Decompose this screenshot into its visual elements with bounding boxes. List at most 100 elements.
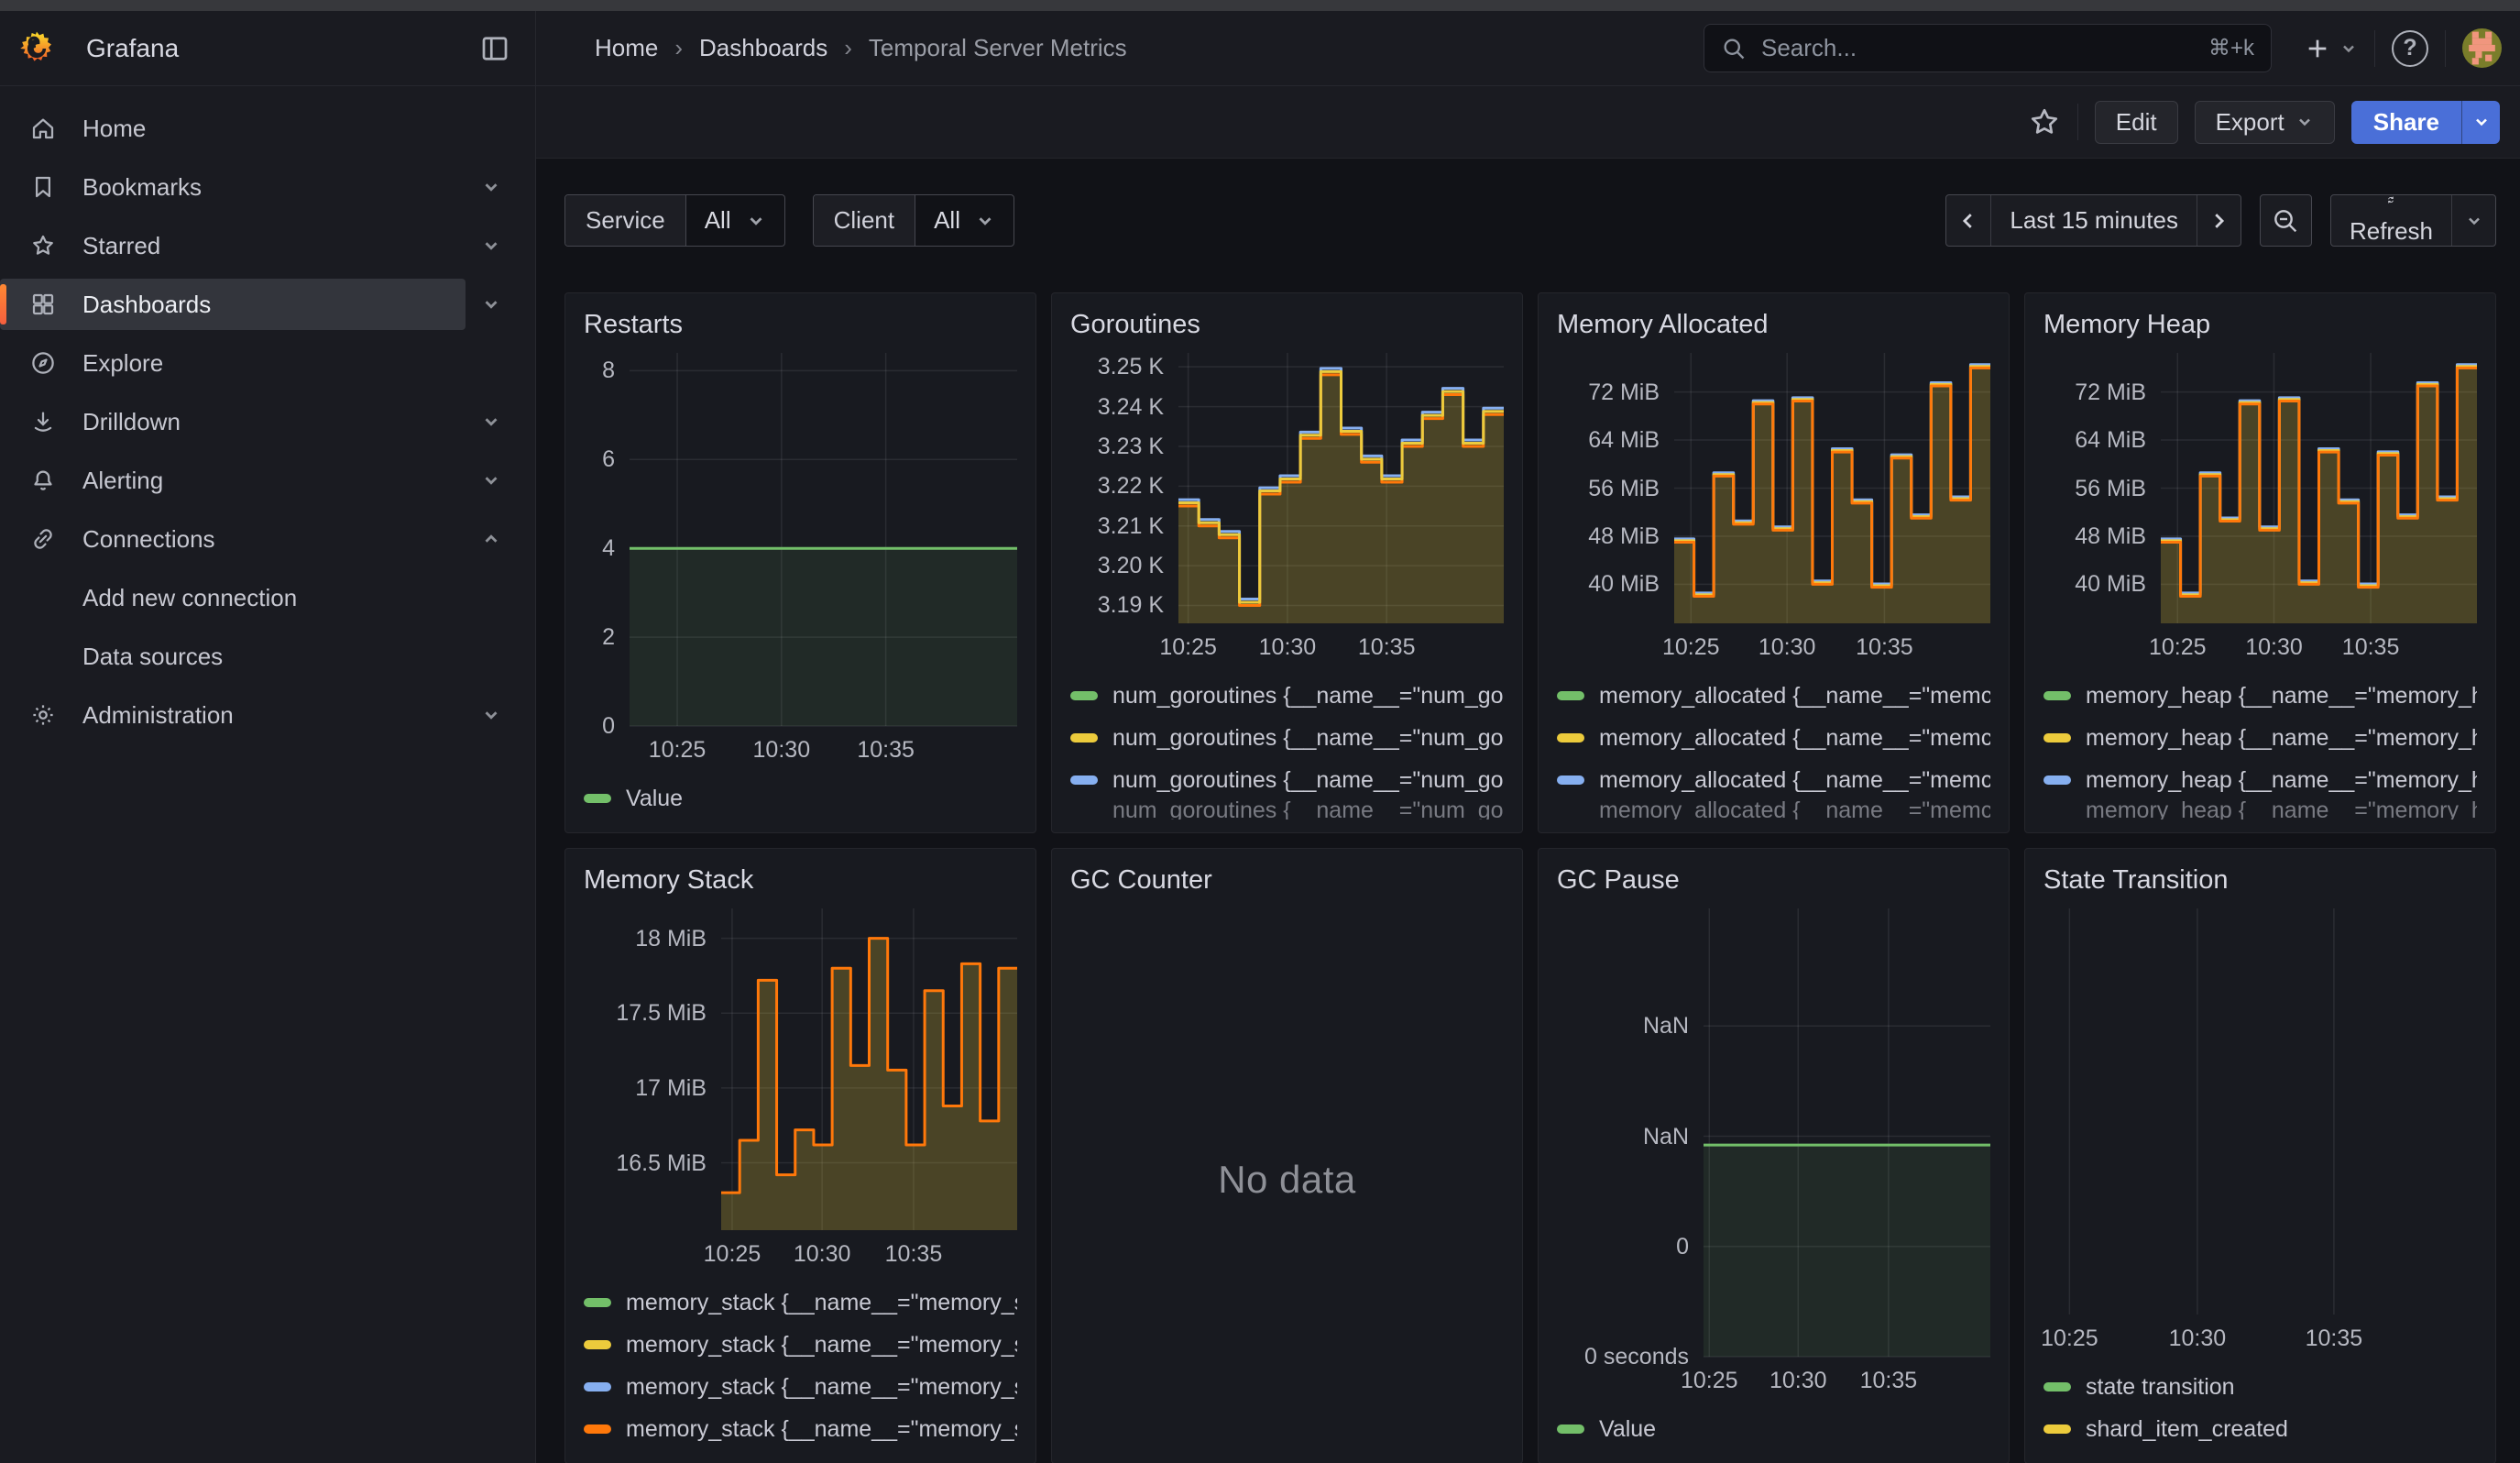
- panel-title[interactable]: GC Pause: [1557, 865, 1990, 896]
- time-forward-button[interactable]: [2197, 195, 2241, 246]
- sidebar-item-label: Drilldown: [82, 408, 181, 436]
- chevron-down-icon[interactable]: [466, 470, 517, 490]
- chevron-down-icon[interactable]: [466, 705, 517, 725]
- legend-item[interactable]: shard_item_created: [2043, 1408, 2477, 1450]
- sidebar-item-label: Administration: [82, 701, 234, 730]
- plot-region[interactable]: [721, 908, 1017, 1230]
- legend-item[interactable]: memory_allocated {__name__="memc: [1557, 717, 1990, 759]
- plot-region[interactable]: [2043, 908, 2477, 1314]
- chevron-down-icon[interactable]: [466, 412, 517, 432]
- sidebar-item-data-sources[interactable]: Data sources: [0, 631, 517, 682]
- legend-item[interactable]: memory_stack {__name__="memory_s: [584, 1408, 1017, 1450]
- sidebar-item-drilldown[interactable]: Drilldown: [0, 396, 466, 447]
- legend-item[interactable]: memory_allocated {__name__="memc: [1557, 801, 1990, 820]
- legend-item[interactable]: num_goroutines {__name__="num_go: [1070, 675, 1504, 717]
- legend-item[interactable]: memory_stack {__name__="memory_s: [584, 1324, 1017, 1366]
- legend-label: Value: [626, 786, 683, 812]
- refresh-button[interactable]: Refresh: [2331, 195, 2451, 246]
- legend-item[interactable]: memory_stack {__name__="memory_s: [584, 1282, 1017, 1324]
- drilldown-icon: [27, 408, 59, 435]
- zoom-out-icon[interactable]: [2260, 194, 2312, 247]
- sidebar-item-bookmarks[interactable]: Bookmarks: [0, 161, 466, 213]
- legend-swatch: [584, 1298, 611, 1307]
- panel-title[interactable]: Goroutines: [1070, 310, 1504, 340]
- share-menu-chevron[interactable]: [2461, 101, 2500, 144]
- panel-title[interactable]: Memory Stack: [584, 865, 1017, 896]
- legend-item[interactable]: memory_heap {__name__="memory_h: [2043, 759, 2477, 801]
- export-button[interactable]: Export: [2195, 101, 2335, 144]
- x-tick-label: 10:35: [2306, 1326, 2363, 1352]
- client-variable: Client All: [813, 194, 1014, 247]
- legend-item[interactable]: num_goroutines {__name__="num_go: [1070, 717, 1504, 759]
- legend-item[interactable]: memory_heap {__name__="memory_h: [2043, 801, 2477, 820]
- sidebar-row: Starred: [0, 216, 535, 275]
- legend-item[interactable]: state transition: [2043, 1366, 2477, 1408]
- panel-title[interactable]: GC Counter: [1070, 865, 1504, 896]
- service-variable-value[interactable]: All: [686, 195, 784, 246]
- avatar[interactable]: [2462, 28, 2502, 68]
- favorite-star-icon[interactable]: [2028, 105, 2061, 138]
- search-shortcut: ⌘+k: [2208, 35, 2254, 61]
- legend-label: memory_heap {__name__="memory_h: [2086, 683, 2477, 710]
- new-button[interactable]: [2303, 34, 2358, 63]
- breadcrumb-item[interactable]: Dashboards: [699, 34, 827, 62]
- y-tick-label: 16.5 MiB: [616, 1150, 707, 1177]
- plot-region[interactable]: [1178, 353, 1504, 623]
- legend-item[interactable]: memory_heap {__name__="memory_h: [2043, 717, 2477, 759]
- chevron-down-icon[interactable]: [466, 177, 517, 197]
- sidebar-item-home[interactable]: Home: [0, 103, 517, 154]
- panel-title[interactable]: Memory Allocated: [1557, 310, 1990, 340]
- sidebar-item-dashboards[interactable]: Dashboards: [0, 279, 466, 330]
- plot-region[interactable]: [1674, 353, 1990, 623]
- legend-item[interactable]: Value: [1557, 1408, 1990, 1450]
- chevron-down-icon[interactable]: [466, 236, 517, 256]
- edit-button[interactable]: Edit: [2095, 101, 2178, 144]
- compass-icon: [27, 349, 59, 377]
- plot-region[interactable]: [2161, 353, 2477, 623]
- chevron-down-icon[interactable]: [466, 294, 517, 314]
- breadcrumb-item[interactable]: Home: [595, 34, 658, 62]
- share-button[interactable]: Share: [2351, 101, 2461, 144]
- grafana-logo[interactable]: [18, 30, 55, 67]
- legend-item[interactable]: num_goroutines {__name__="num_go: [1070, 759, 1504, 801]
- dock-sidebar-icon[interactable]: [478, 32, 511, 65]
- sidebar-item-alerting[interactable]: Alerting: [0, 455, 466, 506]
- service-variable-label: Service: [565, 195, 686, 246]
- search-field[interactable]: [1759, 33, 2196, 63]
- legend-item[interactable]: memory_heap {__name__="memory_h: [2043, 675, 2477, 717]
- legend-item[interactable]: memory_allocated {__name__="memc: [1557, 759, 1990, 801]
- sidebar-item-connections[interactable]: Connections: [0, 513, 466, 565]
- time-back-button[interactable]: [1946, 195, 1990, 246]
- refresh-interval-chevron[interactable]: [2451, 195, 2495, 246]
- legend-label: memory_heap {__name__="memory_h: [2086, 767, 2477, 794]
- chevron-up-icon[interactable]: [466, 529, 517, 549]
- panel-title[interactable]: Memory Heap: [2043, 310, 2477, 340]
- panel-memory-heap: Memory Heap72 MiB64 MiB56 MiB48 MiB40 Mi…: [2024, 292, 2496, 833]
- client-variable-label: Client: [814, 195, 915, 246]
- sidebar-item-starred[interactable]: Starred: [0, 220, 466, 271]
- legend-item[interactable]: memory_stack {__name__="memory_s: [584, 1366, 1017, 1408]
- time-range-button[interactable]: Last 15 minutes: [1990, 195, 2197, 246]
- x-tick-label: 10:30: [2169, 1326, 2227, 1352]
- sidebar-item-administration[interactable]: Administration: [0, 689, 466, 741]
- x-axis: 10:2510:3010:35: [1704, 1360, 1990, 1401]
- legend-item[interactable]: Value: [584, 777, 1017, 820]
- no-data-message: No data: [1070, 908, 1504, 1450]
- sidebar-item-add-new-connection[interactable]: Add new connection: [0, 572, 517, 623]
- search-icon: [1721, 36, 1747, 61]
- sidebar-item-explore[interactable]: Explore: [0, 337, 517, 389]
- search-input[interactable]: ⌘+k: [1704, 24, 2272, 72]
- legend-item[interactable]: num_goroutines {__name__="num_go: [1070, 801, 1504, 820]
- dashboard-canvas: Service All Client All: [536, 159, 2520, 1463]
- legend-item[interactable]: memory_allocated {__name__="memc: [1557, 675, 1990, 717]
- plot-region[interactable]: [630, 353, 1017, 726]
- legend-label: state transition: [2086, 1374, 2235, 1401]
- panel-title[interactable]: Restarts: [584, 310, 1017, 340]
- plot-region[interactable]: [1704, 908, 1990, 1357]
- legend-swatch: [1557, 691, 1584, 700]
- help-icon[interactable]: ?: [2392, 30, 2428, 67]
- panel-title[interactable]: State Transition: [2043, 865, 2477, 896]
- client-variable-value[interactable]: All: [915, 195, 1013, 246]
- chart-area: 72 MiB64 MiB56 MiB48 MiB40 MiB: [1557, 353, 1990, 623]
- legend: Value: [584, 770, 1017, 820]
